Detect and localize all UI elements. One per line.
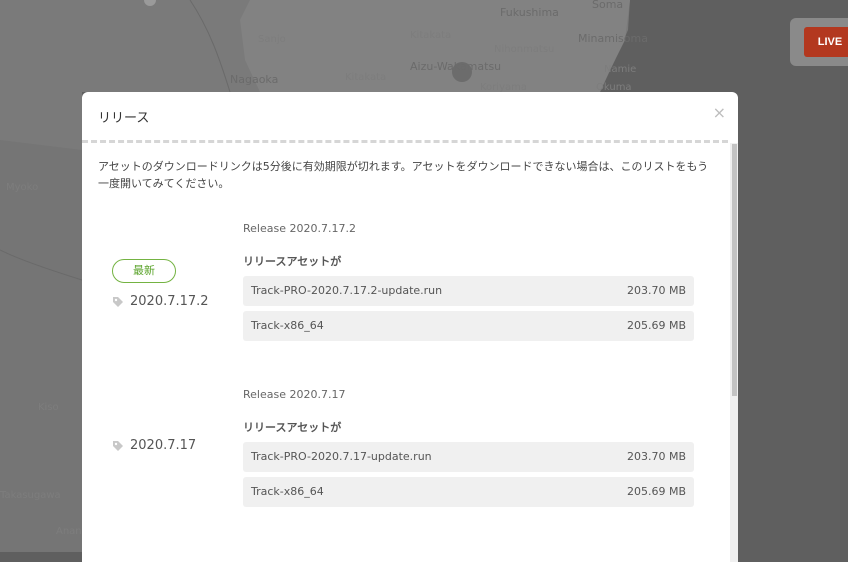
releases-modal: リリース × アセットのダウンロードリンクは5分後に有効期限が切れます。アセット… bbox=[82, 92, 738, 562]
asset-download-link[interactable]: Track-x86_64 205.69 MB bbox=[243, 311, 694, 341]
release-name: Release 2020.7.17 bbox=[243, 388, 346, 401]
asset-size: 205.69 MB bbox=[626, 319, 686, 332]
release-name: Release 2020.7.17.2 bbox=[243, 222, 356, 235]
map-label: Nihonmatsu bbox=[494, 44, 555, 55]
asset-download-link[interactable]: Track-PRO-2020.7.17.2-update.run 203.70 … bbox=[243, 276, 694, 306]
map-label: Anan bbox=[56, 526, 82, 537]
map-label: Minamisoma bbox=[578, 32, 648, 45]
asset-download-link[interactable]: Track-PRO-2020.7.17-update.run 203.70 MB bbox=[243, 442, 694, 472]
tag-icon bbox=[113, 441, 123, 451]
expiry-notice: アセットのダウンロードリンクは5分後に有効期限が切れます。アセットをダウンロード… bbox=[98, 160, 709, 190]
map-label: Sanjo bbox=[258, 34, 286, 45]
scrollbar-thumb[interactable] bbox=[732, 144, 737, 396]
live-button-frame: LIVE bbox=[790, 18, 848, 66]
tag-icon bbox=[113, 297, 123, 307]
asset-name: Track-x86_64 bbox=[251, 485, 324, 498]
map-label: Namie bbox=[604, 64, 637, 75]
release-assets-label: リリースアセットが bbox=[243, 255, 342, 268]
release-version: 2020.7.17 bbox=[130, 438, 197, 453]
live-button[interactable]: LIVE bbox=[804, 27, 848, 57]
map-label: Myoko bbox=[6, 182, 39, 193]
modal-title: リリース bbox=[98, 111, 150, 126]
map-label: Soma bbox=[592, 0, 624, 11]
latest-badge: 最新 bbox=[112, 259, 176, 283]
close-icon[interactable]: × bbox=[713, 105, 726, 121]
asset-name: Track-PRO-2020.7.17-update.run bbox=[251, 450, 432, 463]
asset-download-link[interactable]: Track-x86_64 205.69 MB bbox=[243, 477, 694, 507]
asset-name: Track-x86_64 bbox=[251, 319, 324, 332]
map-label: Takasugawa bbox=[0, 490, 61, 501]
header-divider bbox=[82, 140, 728, 143]
asset-size: 203.70 MB bbox=[626, 450, 686, 463]
map-label: Fukushima bbox=[500, 6, 559, 19]
asset-size: 205.69 MB bbox=[626, 485, 686, 498]
asset-size: 203.70 MB bbox=[626, 284, 686, 297]
map-label: Kitakata bbox=[410, 30, 452, 41]
map-label: Aizu-Wakamatsu bbox=[410, 60, 502, 73]
modal-header: リリース × bbox=[82, 92, 738, 140]
release-version: 2020.7.17.2 bbox=[130, 294, 209, 309]
map-label: Nagaoka bbox=[230, 73, 279, 86]
asset-name: Track-PRO-2020.7.17.2-update.run bbox=[251, 284, 443, 297]
map-label: Kitakata bbox=[345, 72, 387, 83]
release-assets-label: リリースアセットが bbox=[243, 421, 342, 434]
map-label: Kiso bbox=[38, 402, 59, 413]
